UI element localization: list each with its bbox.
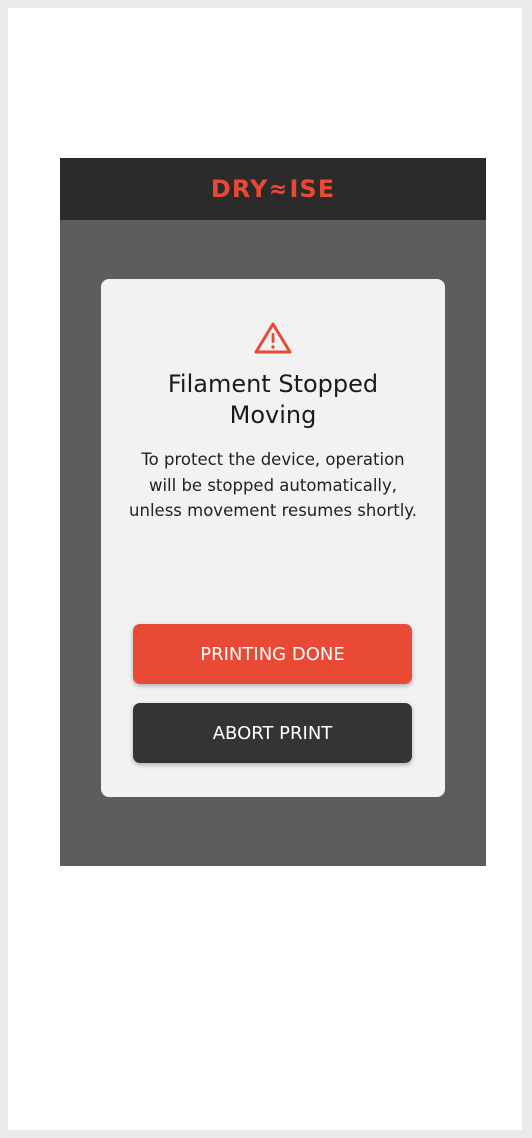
alert-dialog: Filament Stopped Moving To protect the d…: [101, 279, 445, 797]
dialog-title: Filament Stopped Moving: [167, 370, 379, 429]
warning-triangle-icon: [254, 322, 292, 354]
printing-done-button[interactable]: PRINTING DONE: [133, 624, 412, 684]
abort-print-button[interactable]: ABORT PRINT: [133, 703, 412, 763]
brand-logo: DRY≈ISE: [210, 175, 336, 203]
device-screen: DRY≈ISE Filament Stopped Moving To prote…: [60, 158, 486, 866]
top-bar: DRY≈ISE: [60, 158, 486, 220]
dialog-message: To protect the device, operation will be…: [129, 450, 417, 520]
